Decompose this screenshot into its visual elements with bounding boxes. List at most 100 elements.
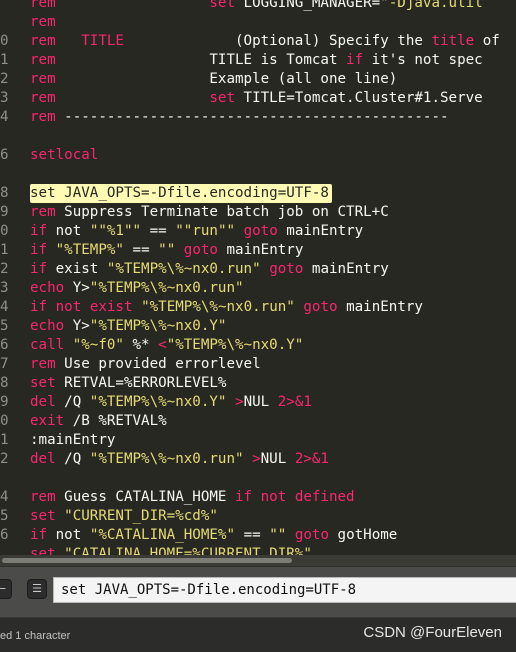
find-input[interactable]: set JAVA_OPTS=-Dfile.encoding=UTF-8 [53, 577, 516, 603]
code-line[interactable] [0, 127, 516, 146]
code-line[interactable]: set "CATALINA_HOME=%CURRENT_DIR%" [0, 545, 516, 555]
code-token: if [30, 527, 48, 543]
code-line[interactable]: 4 rem Guess CATALINA_HOME if not defined [0, 488, 516, 507]
code-token: == [141, 223, 176, 239]
horizontal-scrollbar[interactable] [0, 555, 516, 566]
code-token: rem [30, 0, 56, 11]
code-token: Suppress Terminate batch job on CTRL+C [55, 204, 389, 220]
code-token: rem [30, 90, 56, 106]
code-line[interactable]: 8 set RETVAL=%ERRORLEVEL% [0, 374, 516, 393]
code-token: mainEntry [303, 261, 389, 277]
code-token: mainEntry [217, 242, 304, 258]
line-number: 4 [0, 489, 9, 505]
code-token: not [260, 489, 287, 505]
code-line[interactable]: 4 if not exist "%TEMP%\%~nx0.run" goto ma… [0, 298, 516, 317]
panel-toggle-button[interactable]: − [0, 579, 12, 599]
code-line[interactable]: rem [0, 13, 516, 32]
code-token: del [30, 451, 56, 467]
code-token: TITLE=Tomcat.Cluster#1.Serve [235, 90, 483, 106]
code-token: NUL [260, 451, 295, 467]
code-token: %* [123, 337, 159, 353]
line-number: 1 [0, 432, 9, 448]
code-line[interactable]: 2 if exist "%TEMP%\%~nx0.run" goto mainEn… [0, 260, 516, 279]
code-token: :mainEntry [30, 432, 116, 448]
code-token: TITLE [81, 33, 124, 49]
code-token: set [209, 0, 235, 11]
code-line[interactable]: 1 :mainEntry [0, 431, 516, 450]
line-code: del /Q "%TEMP%\%~nx0.Y" >NUL 2>&1 [30, 393, 312, 412]
code-token: "%TEMP%\%~nx0.run" [89, 280, 244, 296]
code-token: goto [294, 527, 330, 543]
line-code: rem Example (all one line) [30, 70, 397, 89]
code-line[interactable]: 0 rem TITLE (Optional) Specify the title … [0, 32, 516, 51]
find-panel: − ☰ set JAVA_OPTS=-Dfile.encoding=UTF-8 [0, 566, 516, 617]
code-line[interactable]: 7 rem Use provided errorlevel [0, 355, 516, 374]
minus-icon: − [0, 582, 7, 595]
code-line[interactable]: 1 rem TITLE is Tomcat if it's not spec [0, 51, 516, 70]
code-token: set [209, 90, 235, 106]
code-line[interactable]: 2 rem Example (all one line) [0, 70, 516, 89]
code-line[interactable]: 3 rem set TITLE=Tomcat.Cluster#1.Serve [0, 89, 516, 108]
code-editor[interactable]: rem set LOGGING_MANAGER="-Djava.util rem 0… [0, 0, 516, 555]
code-token: defined [294, 489, 355, 505]
code-line[interactable] [0, 165, 516, 184]
in-selection-toggle-button[interactable]: ☰ [27, 579, 47, 599]
line-code: del /Q "%TEMP%\%~nx0.run" >NUL 2>&1 [30, 450, 329, 469]
code-line[interactable]: 4 rem -----------------------------------… [0, 108, 516, 127]
code-token: "%TEMP%\%~nx0.Y" [166, 337, 304, 353]
line-code: if not "%CATALINA_HOME%" == "" goto gotH… [30, 526, 397, 545]
code-token: exist [47, 261, 107, 277]
line-number: 9 [0, 204, 9, 220]
code-line[interactable]: 0 if not ""%1"" == ""run"" goto mainEntry [0, 222, 516, 241]
code-line[interactable]: 6 if not "%CATALINA_HOME%" == "" goto got… [0, 526, 516, 545]
line-code: set "CATALINA_HOME=%CURRENT_DIR%" [30, 545, 312, 555]
watermark: CSDN @FourEleven [363, 624, 502, 641]
code-token: it's not spec [363, 52, 483, 68]
code-token: rem [30, 356, 56, 372]
code-line[interactable]: 9 rem Suppress Terminate batch job on CTR… [0, 203, 516, 222]
line-number: 5 [0, 318, 9, 334]
line-code: :mainEntry [30, 431, 115, 450]
code-line[interactable]: 5 echo Y>"%TEMP%\%~nx0.Y" [0, 317, 516, 336]
line-code: rem set TITLE=Tomcat.Cluster#1.Serve [30, 89, 483, 108]
code-token: > [235, 394, 244, 410]
code-line[interactable]: 6 setlocal [0, 146, 516, 165]
code-token: if [30, 299, 48, 315]
line-number: 0 [0, 33, 9, 49]
line-code: if not exist "%TEMP%\%~nx0.run" goto mai… [30, 298, 423, 317]
code-line[interactable]: 6 call "%~f0" %* <"%TEMP%\%~nx0.Y" [0, 336, 516, 355]
code-token: "%CATALINA_HOME%" [89, 527, 236, 543]
line-code: set RETVAL=%ERRORLEVEL% [30, 374, 226, 393]
code-line[interactable]: 8 set JAVA_OPTS=-Dfile.encoding=UTF-8 [0, 184, 516, 203]
code-line[interactable]: 0 exit /B %RETVAL% [0, 412, 516, 431]
code-token: NUL [243, 394, 278, 410]
code-line[interactable]: 9 del /Q "%TEMP%\%~nx0.Y" >NUL 2>&1 [0, 393, 516, 412]
code-token: Use provided errorlevel [55, 356, 261, 372]
code-line[interactable]: 2 del /Q "%TEMP%\%~nx0.run" >NUL 2>&1 [0, 450, 516, 469]
line-number: 8 [0, 375, 9, 391]
scrollbar-thumb[interactable] [2, 558, 292, 563]
code-line[interactable]: 5 set "CURRENT_DIR=%cd%" [0, 507, 516, 526]
line-number: 5 [0, 508, 9, 524]
code-token: not [47, 527, 90, 543]
code-token: if [235, 489, 253, 505]
code-token: ""run"" [175, 223, 236, 239]
code-token: mainEntry [337, 299, 423, 315]
code-line[interactable]: 1 if "%TEMP%" == "" goto mainEntry [0, 241, 516, 260]
status-text: ed 1 character [0, 630, 71, 642]
code-token: "%~f0" [72, 337, 124, 353]
code-token: goto [269, 261, 304, 277]
status-bar: ed 1 character CSDN @FourEleven [0, 617, 516, 652]
code-line[interactable]: rem set LOGGING_MANAGER="-Djava.util [0, 0, 516, 13]
code-line[interactable]: 3 echo Y>"%TEMP%\%~nx0.run" [0, 279, 516, 298]
line-number: 0 [0, 223, 9, 239]
line-number: 8 [0, 185, 9, 201]
code-line[interactable] [0, 469, 516, 488]
